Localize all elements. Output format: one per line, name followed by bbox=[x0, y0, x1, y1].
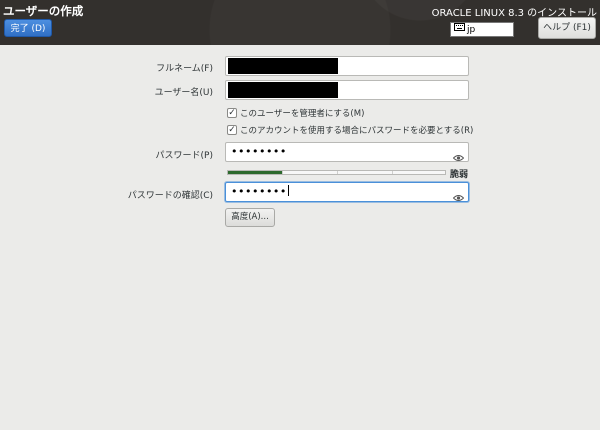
fullname-input[interactable] bbox=[225, 56, 469, 76]
show-confirm-password-icon[interactable] bbox=[452, 187, 465, 206]
strength-segment-divider bbox=[392, 171, 393, 174]
help-button[interactable]: ヘルプ (F1) bbox=[538, 17, 596, 39]
password-value: •••••••• bbox=[231, 145, 287, 158]
keyboard-layout-text: jp bbox=[467, 25, 476, 35]
password-strength-fill bbox=[228, 171, 283, 174]
admin-checkbox-label[interactable]: このユーザーを管理者にする(M) bbox=[240, 107, 364, 119]
redacted-fullname bbox=[228, 58, 338, 74]
strength-segment-divider bbox=[337, 171, 338, 174]
header-bar: ユーザーの作成 完了 (D) ORACLE LINUX 8.3 のインストール … bbox=[0, 0, 600, 45]
username-input[interactable] bbox=[225, 80, 469, 100]
password-strength-label: 脆弱 bbox=[450, 170, 469, 180]
password-input[interactable]: •••••••• bbox=[225, 142, 469, 162]
keyboard-icon bbox=[454, 23, 465, 36]
confirm-password-label: パスワードの確認(C) bbox=[127, 191, 213, 201]
redacted-username bbox=[228, 82, 338, 98]
require-password-checkbox[interactable]: ✓ bbox=[227, 125, 237, 135]
advanced-button[interactable]: 高度(A)... bbox=[225, 208, 275, 227]
fullname-label: フルネーム(F) bbox=[156, 64, 213, 74]
keyboard-layout-indicator[interactable]: jp bbox=[450, 22, 514, 37]
require-password-label[interactable]: このアカウントを使用する場合にパスワードを必要とする(R) bbox=[240, 124, 473, 136]
page-title: ユーザーの作成 bbox=[3, 4, 84, 18]
text-caret bbox=[287, 185, 289, 196]
confirm-password-value: •••••••• bbox=[231, 185, 289, 198]
strength-segment-divider bbox=[282, 171, 283, 174]
password-strength-bar bbox=[227, 170, 446, 175]
checkmark-icon: ✓ bbox=[228, 108, 236, 118]
checkmark-icon: ✓ bbox=[228, 125, 236, 135]
show-password-icon[interactable] bbox=[452, 147, 465, 166]
password-label: パスワード(P) bbox=[155, 151, 213, 161]
done-button[interactable]: 完了 (D) bbox=[4, 19, 52, 37]
username-label: ユーザー名(U) bbox=[154, 88, 213, 98]
confirm-password-input[interactable]: •••••••• bbox=[225, 182, 469, 202]
admin-checkbox[interactable]: ✓ bbox=[227, 108, 237, 118]
